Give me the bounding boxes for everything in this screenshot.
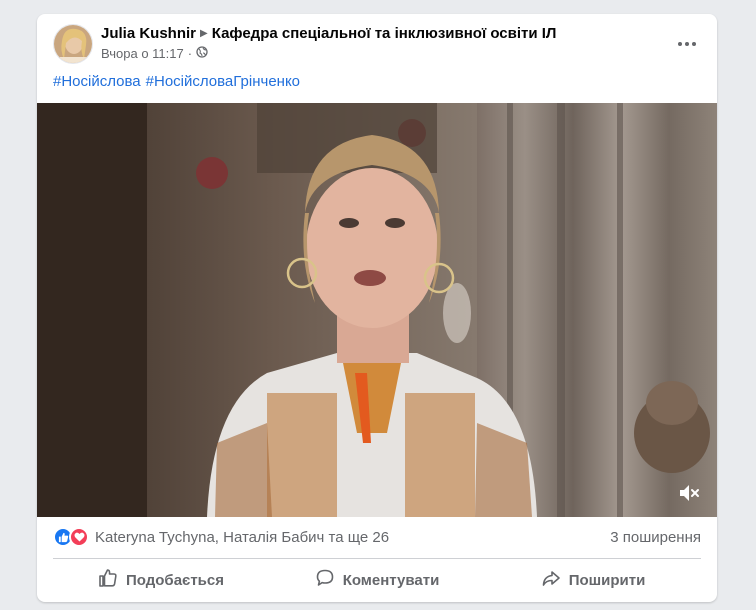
hashtag-link[interactable]: #НосійсловаГрінченко (146, 73, 300, 90)
like-button-label: Подобається (126, 571, 224, 589)
post-hashtags: #Носійслова #НосійсловаГрінченко (53, 73, 300, 90)
reactions-summary[interactable]: Kateryna Tychyna, Наталія Бабич та ще 26 (53, 527, 389, 547)
share-button[interactable]: Поширити (485, 563, 701, 597)
share-button-label: Поширити (568, 571, 646, 589)
share-count[interactable]: 3 поширення (610, 529, 701, 546)
group-name[interactable]: Кафедра спеціальної та інклюзивної освіт… (212, 25, 557, 42)
like-button[interactable]: Подобається (53, 563, 269, 597)
post-actions: Подобається Коментувати Поширити (53, 563, 701, 597)
thumbs-up-icon (98, 568, 118, 592)
post-title-line: Julia Kushnir ▶ Кафедра спеціальної та і… (101, 25, 556, 42)
author-avatar[interactable] (53, 24, 93, 64)
speaker-muted-icon[interactable] (677, 481, 701, 505)
video-frame (37, 103, 717, 517)
actions-divider (53, 558, 701, 559)
post-card: Julia Kushnir ▶ Кафедра спеціальної та і… (37, 14, 717, 602)
hashtag-link[interactable]: #Носійслова (53, 73, 141, 90)
author-name[interactable]: Julia Kushnir (101, 25, 196, 42)
comment-button[interactable]: Коментувати (269, 563, 485, 597)
globe-icon (196, 46, 208, 61)
meta-separator: · (187, 46, 193, 61)
post-header: Julia Kushnir ▶ Кафедра спеціальної та і… (37, 14, 717, 76)
love-reaction-icon (69, 527, 89, 547)
share-arrow-icon (541, 568, 561, 592)
reactor-names[interactable]: Kateryna Tychyna, Наталія Бабич та ще 26 (95, 529, 389, 546)
video-player[interactable] (37, 103, 717, 517)
reactions-bar: Kateryna Tychyna, Наталія Бабич та ще 26… (53, 522, 701, 552)
comment-bubble-icon (315, 568, 335, 592)
comment-button-label: Коментувати (342, 571, 440, 589)
post-timestamp[interactable]: Вчора о 11:17 (101, 46, 184, 61)
more-options-icon[interactable] (675, 34, 699, 54)
triangle-right-icon: ▶ (200, 28, 208, 39)
post-meta: Вчора о 11:17 · (101, 46, 208, 61)
